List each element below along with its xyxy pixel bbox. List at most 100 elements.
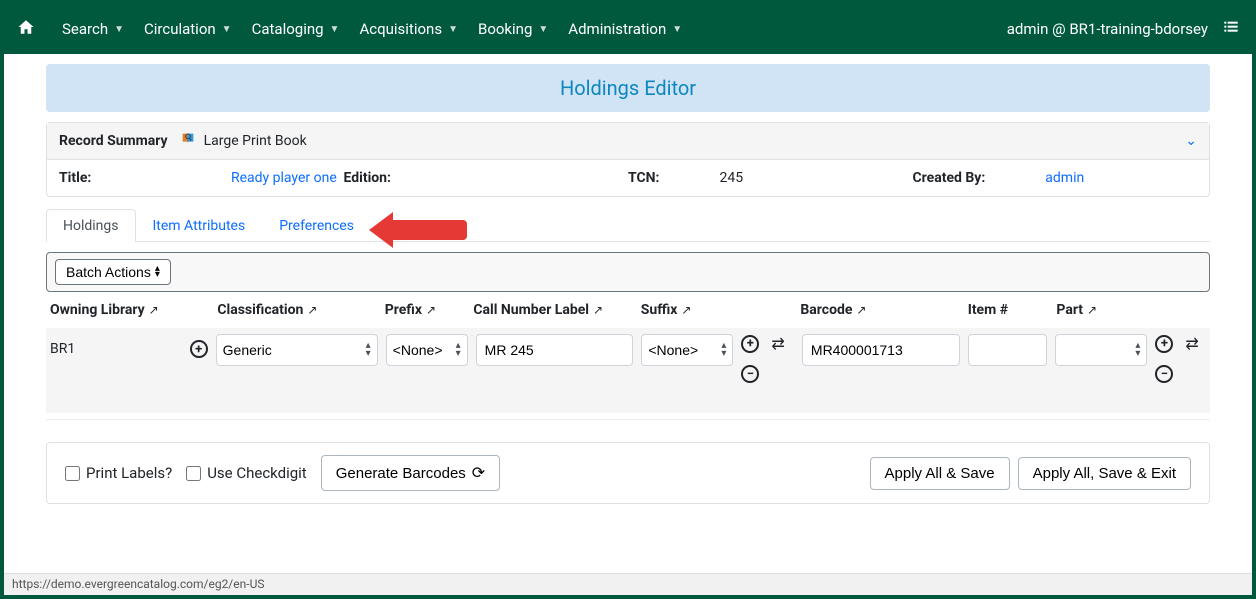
col-cnl-label: Call Number Label: [473, 302, 589, 318]
generate-barcodes-button[interactable]: Generate Barcodes ⟳: [321, 455, 500, 491]
suffix-input[interactable]: [648, 342, 717, 358]
classification-select[interactable]: ▴▾: [216, 334, 378, 366]
suffix-select[interactable]: ▴▾: [641, 334, 733, 366]
spinner-icon[interactable]: ▴▾: [366, 342, 371, 358]
batch-actions-button[interactable]: Batch Actions ▴▾: [55, 259, 171, 285]
record-summary-label: Record Summary: [59, 133, 168, 149]
col-itemno-label: Item #: [968, 302, 1008, 318]
holdings-row: BR1 + ▴▾ ▴▾ ▴▾: [46, 328, 1210, 413]
tab-item-attributes[interactable]: Item Attributes: [136, 209, 263, 242]
title-label: Title:: [59, 170, 171, 186]
edition-label: Edition:: [344, 170, 391, 186]
book-format-icon: [178, 131, 204, 151]
chevron-down-icon: ▼: [114, 24, 124, 35]
nav-circulation[interactable]: Circulation ▼: [134, 12, 242, 46]
tab-label: Preferences: [279, 218, 354, 234]
col-owning-label: Owning Library: [50, 302, 145, 318]
nav-administration[interactable]: Administration ▼: [558, 12, 692, 46]
apply-save-exit-label: Apply All, Save & Exit: [1033, 465, 1176, 482]
chevron-down-icon[interactable]: ⌄: [1185, 133, 1197, 149]
remove-circle-icon[interactable]: −: [1155, 365, 1173, 383]
record-summary-panel: Record Summary Large Print Book ⌄ Title:…: [46, 122, 1210, 197]
col-class-label: Classification: [217, 302, 303, 318]
chevron-down-icon: ▼: [448, 24, 458, 35]
nav-label: Circulation: [144, 20, 216, 38]
part-select[interactable]: ▴▾: [1055, 334, 1147, 366]
chevron-down-icon: ▼: [538, 24, 548, 35]
print-labels-checkbox[interactable]: Print Labels?: [65, 464, 172, 482]
tab-preferences[interactable]: Preferences: [262, 209, 371, 242]
use-checkdigit-checkbox[interactable]: Use Checkdigit: [186, 464, 307, 482]
spinner-icon[interactable]: ▴▾: [456, 342, 461, 358]
createdby-link[interactable]: admin: [1045, 170, 1084, 186]
add-circle-icon[interactable]: +: [190, 340, 208, 358]
apply-save-button[interactable]: Apply All & Save: [870, 457, 1010, 490]
call-number-input[interactable]: [476, 334, 634, 366]
tab-label: Holdings: [63, 218, 119, 234]
nav-cataloging[interactable]: Cataloging ▼: [242, 12, 350, 46]
tab-label: Item Attributes: [153, 218, 246, 234]
transfer-icon[interactable]: ⇄: [1185, 334, 1198, 353]
generate-label: Generate Barcodes: [336, 465, 466, 482]
main-navbar: Search ▼ Circulation ▼ Cataloging ▼ Acquisi…: [4, 4, 1252, 54]
nav-search[interactable]: Search ▼: [52, 12, 134, 46]
col-prefix-label: Prefix: [385, 302, 422, 318]
spinner-icon[interactable]: ▴▾: [1135, 342, 1140, 358]
nav-label: Cataloging: [252, 20, 324, 38]
sort-icon[interactable]: ↗: [426, 303, 436, 317]
barcode-input[interactable]: [802, 334, 960, 366]
nav-label: Search: [62, 20, 108, 38]
list-menu-icon[interactable]: [1222, 19, 1240, 40]
nav-label: Acquisitions: [359, 20, 442, 38]
col-barcode-label: Barcode: [800, 302, 852, 318]
page-title-banner: Holdings Editor: [46, 64, 1210, 112]
prefix-select[interactable]: ▴▾: [386, 334, 468, 366]
refresh-icon: ⟳: [472, 463, 485, 483]
sort-icon[interactable]: ↗: [307, 303, 317, 317]
sort-icon[interactable]: ↗: [856, 303, 866, 317]
createdby-label: Created By:: [913, 170, 986, 186]
print-labels-label: Print Labels?: [86, 464, 172, 482]
apply-save-label: Apply All & Save: [885, 465, 995, 482]
record-summary-header: Record Summary Large Print Book ⌄: [47, 123, 1209, 160]
part-input[interactable]: [1062, 342, 1131, 358]
prefix-input[interactable]: [393, 342, 452, 358]
tab-bar: Holdings Item Attributes Preferences: [46, 209, 1210, 242]
user-label[interactable]: admin @ BR1-training-bdorsey: [1007, 20, 1208, 38]
sort-icon: ▴▾: [155, 266, 160, 278]
home-icon[interactable]: [16, 17, 36, 41]
use-checkdigit-label: Use Checkdigit: [207, 464, 307, 482]
grid-header-row: Owning Library↗ Classification↗ Prefix↗ …: [46, 292, 1210, 328]
spinner-icon[interactable]: ▴▾: [721, 342, 726, 358]
remove-circle-icon[interactable]: −: [741, 365, 759, 383]
sort-icon[interactable]: ↗: [593, 303, 603, 317]
tab-holdings[interactable]: Holdings: [46, 209, 136, 242]
footer-actions: Print Labels? Use Checkdigit Generate Ba…: [46, 442, 1210, 504]
nav-booking[interactable]: Booking ▼: [468, 12, 558, 46]
col-suffix-label: Suffix: [641, 302, 678, 318]
print-labels-input[interactable]: [65, 466, 80, 481]
item-number-input[interactable]: [968, 334, 1048, 366]
nav-label: Booking: [478, 20, 532, 38]
transfer-icon[interactable]: ⇄: [771, 334, 784, 353]
add-circle-icon[interactable]: +: [741, 335, 759, 353]
record-summary-row: Title: Ready player one Edition: TCN: 24…: [47, 160, 1209, 196]
owning-library-value: BR1: [50, 341, 75, 357]
title-link[interactable]: Ready player one: [231, 170, 337, 186]
record-format: Large Print Book: [204, 133, 307, 149]
apply-save-exit-button[interactable]: Apply All, Save & Exit: [1018, 457, 1191, 490]
batch-actions-bar: Batch Actions ▴▾: [46, 252, 1210, 292]
chevron-down-icon: ▼: [330, 24, 340, 35]
sort-icon[interactable]: ↗: [149, 303, 159, 317]
sort-icon[interactable]: ↗: [1087, 303, 1097, 317]
sort-icon[interactable]: ↗: [681, 303, 691, 317]
status-bar: https://demo.evergreencatalog.com/eg2/en…: [4, 573, 1252, 595]
nav-label: Administration: [568, 20, 666, 38]
classification-input[interactable]: [223, 342, 362, 358]
add-circle-icon[interactable]: +: [1155, 335, 1173, 353]
chevron-down-icon: ▼: [672, 24, 682, 35]
nav-acquisitions[interactable]: Acquisitions ▼: [349, 12, 468, 46]
chevron-down-icon: ▼: [222, 24, 232, 35]
use-checkdigit-input[interactable]: [186, 466, 201, 481]
col-part-label: Part: [1056, 302, 1083, 318]
